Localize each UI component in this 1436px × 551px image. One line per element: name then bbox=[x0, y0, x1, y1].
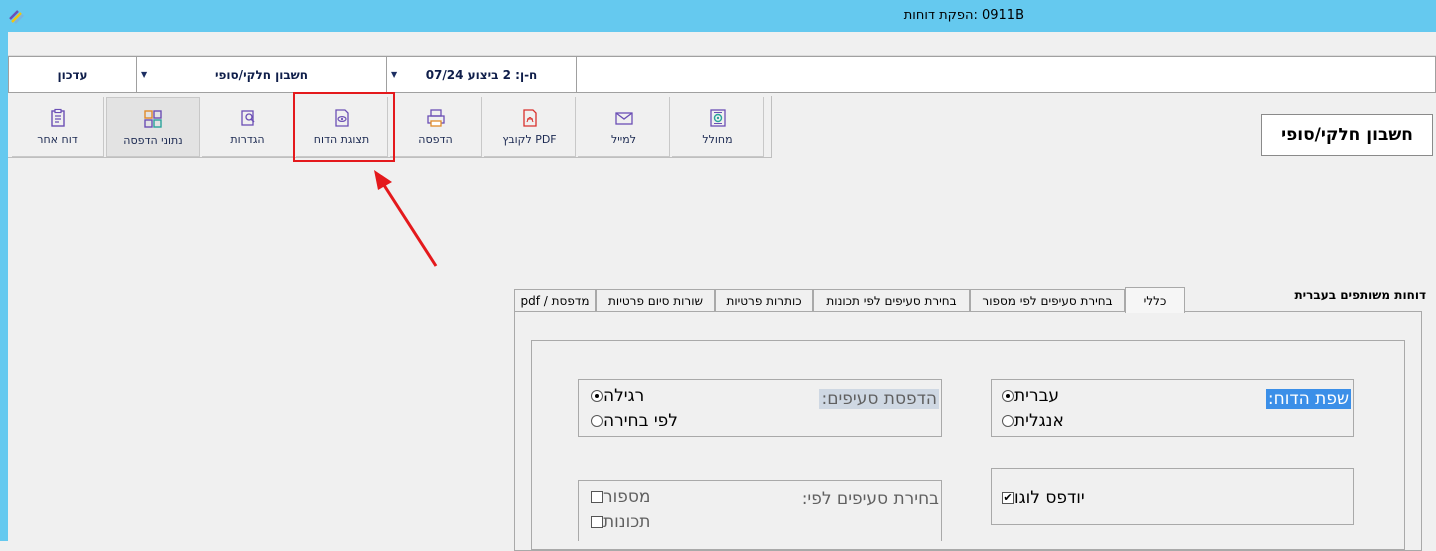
arrow-annotation-icon bbox=[374, 170, 438, 267]
account-dropdown[interactable]: ▼ ח-ן: 2 ביצוע 07/24 bbox=[387, 57, 577, 92]
numbering-checkbox[interactable]: מספור bbox=[585, 487, 650, 507]
settings-label: הגדרות bbox=[230, 133, 265, 146]
logo-group: יודפס לוגו ✔ bbox=[991, 468, 1354, 525]
checkbox-unchecked-icon[interactable] bbox=[591, 491, 603, 503]
report-type-dropdown[interactable]: ▼ חשבון חלקי/סופי bbox=[137, 57, 387, 92]
update-label: עדכון bbox=[57, 67, 88, 82]
tab-printer-pdf[interactable]: מדפסת / pdf bbox=[514, 289, 596, 312]
pdf-file-button[interactable]: PDF לקובץ bbox=[484, 97, 576, 157]
print-sections-group: הדפסת סעיפים: רגילה לפי בחירה bbox=[578, 379, 942, 437]
clipboard-icon bbox=[50, 108, 65, 127]
generator-label: מחולל bbox=[702, 133, 733, 146]
print-logo-checkbox[interactable]: יודפס לוגו ✔ bbox=[996, 488, 1085, 508]
highlight-annotation bbox=[293, 92, 395, 162]
printer-icon bbox=[426, 109, 445, 127]
selection-bar: עדכון ▼ חשבון חלקי/סופי ▼ ח-ן: 2 ביצוע 0… bbox=[8, 56, 1436, 93]
print-logo-label: יודפס לוגו bbox=[1014, 488, 1085, 508]
radio-checked-icon[interactable] bbox=[1002, 390, 1014, 402]
checkbox-checked-icon[interactable]: ✔ bbox=[1002, 492, 1014, 504]
toolbar-divider bbox=[771, 96, 772, 158]
account-value: ח-ן: 2 ביצוע 07/24 bbox=[425, 67, 538, 82]
print-label: הדפסה bbox=[418, 133, 453, 146]
properties-checkbox[interactable]: תכונות bbox=[585, 512, 650, 532]
tab-private-headers[interactable]: כותרות פרטיות bbox=[715, 289, 813, 312]
report-title: חשבון חלקי/סופי bbox=[1261, 114, 1433, 156]
tab-label: בחירת סעיפים לפי תכונות bbox=[826, 294, 957, 308]
print-data-label: נתוני הדפסה bbox=[123, 134, 183, 147]
checkbox-unchecked-icon[interactable] bbox=[591, 516, 603, 528]
tab-private-footer-lines[interactable]: שורות סיום פרטיות bbox=[596, 289, 715, 312]
pdf-icon bbox=[522, 109, 537, 127]
by-selection-radio[interactable]: לפי בחירה bbox=[585, 411, 678, 431]
window-title: 0911B :הפקת דוחות bbox=[903, 8, 1024, 23]
pdf-file-label: PDF לקובץ bbox=[502, 133, 557, 146]
other-report-label: דוח אחר bbox=[37, 133, 78, 146]
numbering-label: מספור bbox=[603, 487, 651, 507]
language-group-title: שפת הדוח: bbox=[1265, 389, 1351, 409]
tab-label: מדפסת / pdf bbox=[520, 294, 590, 308]
properties-label: תכונות bbox=[603, 512, 651, 532]
window-frame bbox=[0, 32, 8, 541]
generator-gear-icon bbox=[709, 109, 726, 127]
update-button[interactable]: עדכון bbox=[9, 57, 137, 92]
regular-radio[interactable]: רגילה bbox=[585, 386, 644, 406]
by-selection-label: לפי בחירה bbox=[603, 411, 678, 431]
hebrew-radio[interactable]: עברית bbox=[996, 386, 1059, 406]
tab-label: שורות סיום פרטיות bbox=[608, 294, 703, 308]
settings-button[interactable]: הגדרות bbox=[202, 97, 294, 157]
other-report-button[interactable]: דוח אחר bbox=[12, 97, 104, 157]
grid-icon bbox=[144, 110, 162, 128]
radio-unchecked-icon[interactable] bbox=[591, 415, 603, 427]
select-by-group: בחירת סעיפים לפי: מספור תכונות bbox=[578, 480, 942, 541]
tab-select-by-properties[interactable]: בחירת סעיפים לפי תכונות bbox=[813, 289, 970, 312]
print-data-button[interactable]: נתוני הדפסה bbox=[106, 97, 200, 157]
generator-button[interactable]: מחולל bbox=[672, 97, 764, 157]
report-type-value: חשבון חלקי/סופי bbox=[214, 67, 309, 82]
tab-label: כותרות פרטיות bbox=[726, 294, 802, 308]
radio-unchecked-icon[interactable] bbox=[1002, 415, 1014, 427]
english-radio[interactable]: אנגלית bbox=[996, 411, 1064, 431]
title-bar bbox=[0, 0, 1436, 32]
english-label: אנגלית bbox=[1014, 411, 1064, 431]
print-button[interactable]: הדפסה bbox=[390, 97, 482, 157]
dropdown-arrow-icon[interactable]: ▼ bbox=[391, 70, 397, 79]
select-by-title: בחירת סעיפים לפי: bbox=[801, 489, 939, 509]
language-group: שפת הדוח: עברית אנגלית bbox=[991, 379, 1354, 437]
app-logo-icon bbox=[9, 10, 24, 24]
dropdown-arrow-icon[interactable]: ▼ bbox=[141, 70, 147, 79]
settings-search-icon bbox=[240, 110, 255, 126]
tab-general[interactable]: כללי bbox=[1125, 287, 1185, 313]
email-button[interactable]: למייל bbox=[578, 97, 670, 157]
section-label: דוחות משותפים בעברית bbox=[1294, 288, 1426, 302]
menu-strip bbox=[8, 32, 1436, 56]
regular-label: רגילה bbox=[603, 386, 645, 406]
tab-label: בחירת סעיפים לפי מספור bbox=[982, 294, 1113, 308]
tab-select-by-number[interactable]: בחירת סעיפים לפי מספור bbox=[970, 289, 1125, 312]
print-sections-title: הדפסת סעיפים: bbox=[819, 389, 939, 409]
tab-label: כללי bbox=[1143, 293, 1167, 308]
email-label: למייל bbox=[611, 133, 636, 146]
hebrew-label: עברית bbox=[1014, 386, 1060, 406]
radio-checked-icon[interactable] bbox=[591, 390, 603, 402]
envelope-icon bbox=[614, 112, 633, 125]
